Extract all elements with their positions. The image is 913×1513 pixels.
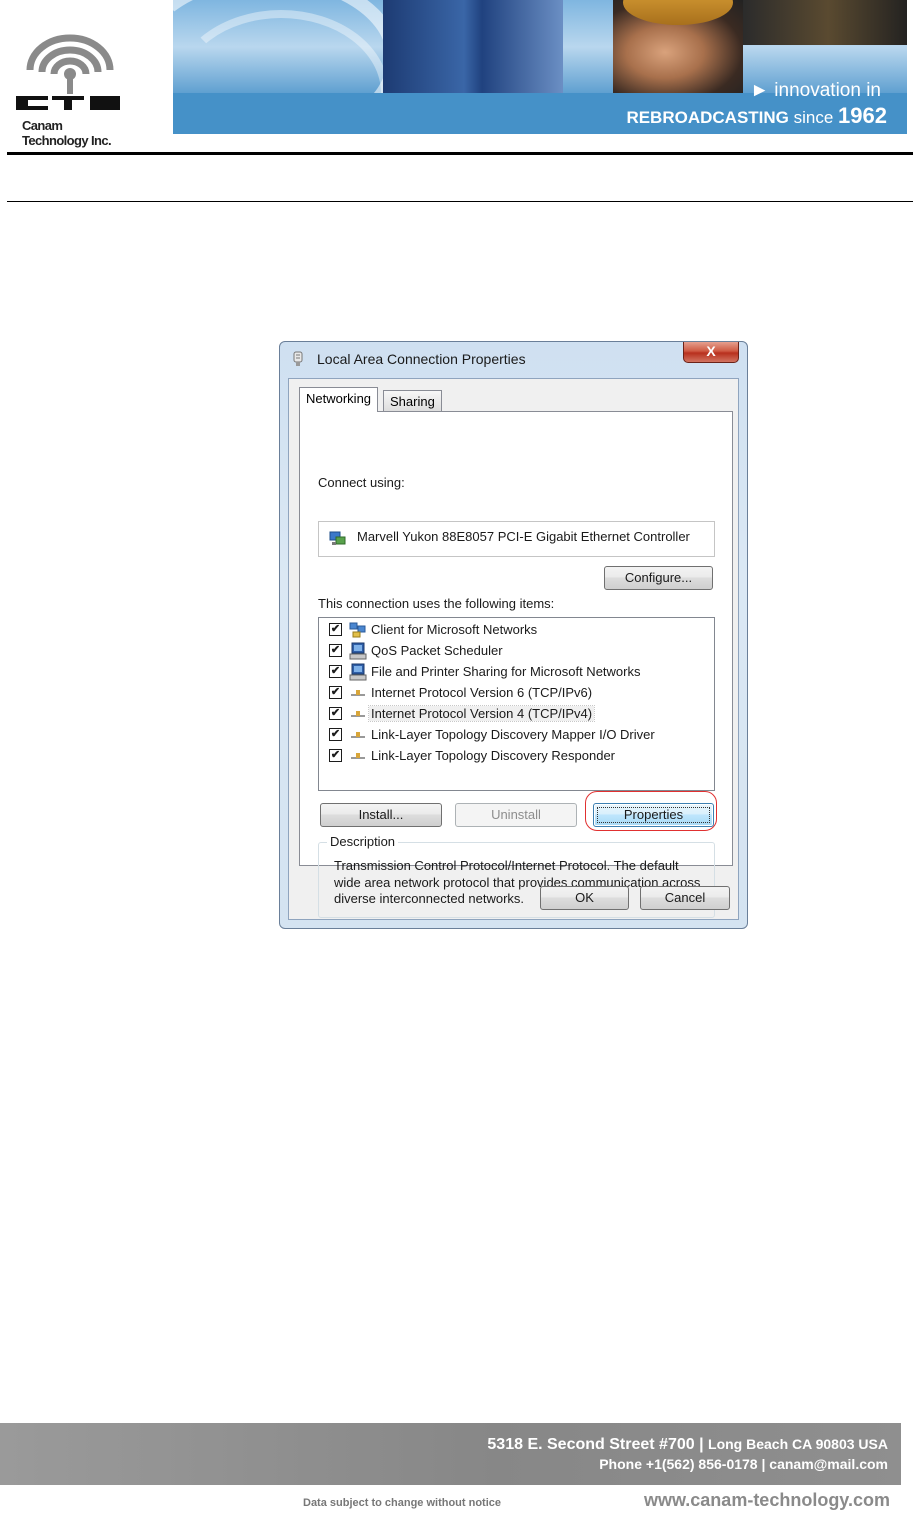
network-card-icon <box>329 531 346 545</box>
adapter-field: Marvell Yukon 88E8057 PCI-E Gigabit Ethe… <box>318 521 715 557</box>
tagline-innovation: ► innovation in <box>750 80 881 101</box>
list-item[interactable]: ✔ File and Printer Sharing for Microsoft… <box>329 662 709 683</box>
list-item[interactable]: ✔ QoS Packet Scheduler <box>329 641 709 662</box>
footer-bar: 5318 E. Second Street #700 | Long Beach … <box>0 1423 901 1485</box>
item-label: File and Printer Sharing for Microsoft N… <box>371 664 641 679</box>
item-checkbox[interactable]: ✔ <box>329 644 342 657</box>
network-service-icon <box>349 642 367 660</box>
item-checkbox[interactable]: ✔ <box>329 623 342 636</box>
list-item[interactable]: ✔ Link-Layer Topology Discovery Mapper I… <box>329 725 709 746</box>
item-checkbox[interactable]: ✔ <box>329 707 342 720</box>
cti-logo: Canam Technology Inc. <box>14 30 126 148</box>
list-item-selected[interactable]: ✔ Internet Protocol Version 4 (TCP/IPv4) <box>329 704 709 725</box>
item-label: Link-Layer Topology Discovery Mapper I/O… <box>371 727 655 742</box>
footer-website[interactable]: www.canam-technology.com <box>644 1490 890 1511</box>
dialog-title: Local Area Connection Properties <box>317 351 526 367</box>
cancel-button[interactable]: Cancel <box>640 886 730 910</box>
items-label: This connection uses the following items… <box>318 596 555 611</box>
list-item[interactable]: ✔ Client for Microsoft Networks <box>329 620 709 641</box>
list-item[interactable]: ✔ Internet Protocol Version 6 (TCP/IPv6) <box>329 683 709 704</box>
network-adapter-icon <box>293 351 303 366</box>
item-label: Internet Protocol Version 4 (TCP/IPv4) <box>367 705 596 722</box>
protocol-icon <box>351 753 365 759</box>
dialog-client-area: Networking Sharing Connect using: Marvel… <box>288 378 739 920</box>
item-label: Link-Layer Topology Discovery Responder <box>371 748 615 763</box>
networking-panel: Connect using: Marvell Yukon 88E8057 PCI… <box>299 411 733 918</box>
item-label: QoS Packet Scheduler <box>371 643 503 658</box>
description-legend: Description <box>327 834 399 849</box>
item-label: Client for Microsoft Networks <box>371 622 538 637</box>
item-checkbox[interactable]: ✔ <box>329 665 342 678</box>
item-checkbox[interactable]: ✔ <box>329 728 342 741</box>
building-image <box>383 0 563 95</box>
adapter-name: Marvell Yukon 88E8057 PCI-E Gigabit Ethe… <box>357 529 690 544</box>
list-item[interactable]: ✔ Link-Layer Topology Discovery Responde… <box>329 746 709 767</box>
tagline-rebroadcasting: REBROADCASTING since 1962 <box>626 103 887 128</box>
item-checkbox[interactable]: ✔ <box>329 749 342 762</box>
network-service-icon <box>349 663 367 681</box>
close-button[interactable]: X <box>683 342 739 363</box>
items-list[interactable]: ✔ Client for Microsoft Networks ✔ QoS Pa… <box>318 617 715 791</box>
protocol-icon <box>351 732 365 738</box>
tab-networking[interactable]: Networking <box>299 387 379 412</box>
properties-dialog: Local Area Connection Properties X Netwo… <box>279 341 748 929</box>
footer-notice: Data subject to change without notice <box>303 1497 502 1509</box>
header-rule-thick <box>7 152 913 155</box>
install-button[interactable]: Install... <box>320 803 442 827</box>
network-client-icon <box>349 622 366 638</box>
footer-contact-line: Phone +1(562) 856-0178 | canam@mail.com <box>599 1456 888 1472</box>
protocol-icon <box>351 690 365 696</box>
company-name: Canam Technology Inc. <box>22 118 112 148</box>
dialog-titlebar[interactable]: Local Area Connection Properties X <box>280 342 747 376</box>
header-rule-thin <box>7 201 913 202</box>
protocol-icon <box>351 711 365 717</box>
broadcast-logo-icon <box>16 34 120 110</box>
item-checkbox[interactable]: ✔ <box>329 686 342 699</box>
connect-using-label: Connect using: <box>318 475 405 490</box>
properties-highlight-ring <box>585 791 717 831</box>
configure-button[interactable]: Configure... <box>604 566 713 590</box>
tab-sharing[interactable]: Sharing <box>383 390 442 412</box>
item-label: Internet Protocol Version 6 (TCP/IPv6) <box>371 685 593 700</box>
uninstall-button[interactable]: Uninstall <box>455 803 577 827</box>
footer-address-line: 5318 E. Second Street #700 | Long Beach … <box>487 1436 888 1453</box>
header-banner: ► innovation in REBROADCASTING since 196… <box>173 0 907 134</box>
ok-button[interactable]: OK <box>540 886 629 910</box>
